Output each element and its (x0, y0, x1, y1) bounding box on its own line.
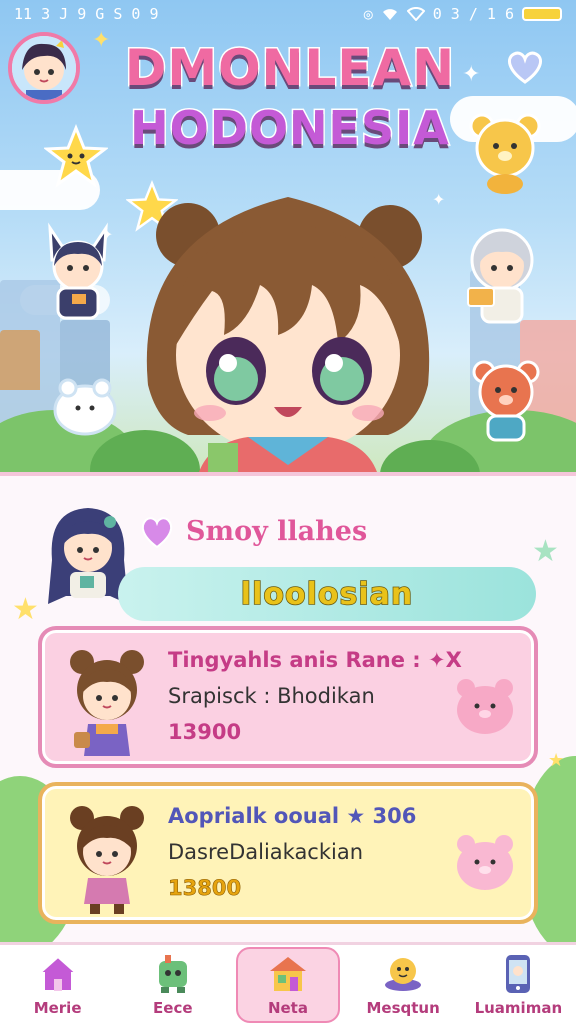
title-line-1: DMONLEAN (123, 38, 456, 99)
card-subtitle: Srapisck : Bhodikan (168, 684, 375, 708)
signal-icon (406, 7, 425, 21)
girl-sticker-icon (467, 228, 534, 324)
wifi-icon (382, 9, 397, 20)
main-content: ★ ★ ★ Smoy llahes lloolosian Tingyahls a… (0, 472, 576, 942)
status-time: 11 3 J 9 G S 0 9 (14, 5, 159, 23)
star-sticker-icon (44, 124, 108, 188)
character-card[interactable]: Aoprialk ooual ★ 306 DasreDaliakackian 1… (38, 782, 538, 924)
title-line-2: HODONESIA (129, 100, 451, 157)
card-title: Tingyahls anis Rane : ✦X (168, 648, 462, 672)
nav-item-luamiman[interactable]: Luamiman (466, 947, 570, 1023)
nav-label: Mesqtun (366, 998, 440, 1017)
profile-tag-pill[interactable]: lloolosian (118, 567, 536, 621)
status-bar: 11 3 J 9 G S 0 9 ◎ 0 3 / 1 6 (0, 0, 576, 28)
bee-icon (385, 957, 422, 991)
app-title: DMONLEAN HODONESIA (110, 38, 470, 158)
star-icon: ★ (548, 750, 565, 771)
chat-heart-icon[interactable] (502, 46, 548, 88)
status-date: 0 3 / 1 6 (432, 5, 514, 23)
user-avatar[interactable] (8, 32, 80, 104)
battery-icon (522, 7, 562, 21)
card-title: Aoprialk ooual ★ 306 (168, 804, 417, 828)
pink-bear-mascot-icon (457, 835, 513, 890)
nav-item-neta[interactable]: Neta (235, 946, 340, 1023)
nav-label: Luamiman (474, 998, 563, 1017)
card-character-avatar (70, 806, 144, 914)
card-subtitle: DasreDaliakackian (168, 840, 364, 864)
home-store-icon (269, 956, 306, 991)
avatar-face-icon (12, 36, 76, 100)
cat-girl-sticker-icon (48, 222, 108, 320)
profile-section: Smoy llahes lloolosian (40, 494, 540, 621)
character-card[interactable]: Tingyahls anis Rane : ✦X Srapisck : Bhod… (38, 626, 538, 768)
card-character-avatar (70, 650, 144, 756)
bear-sticker-icon (469, 113, 541, 194)
red-bear-sticker-icon (472, 360, 540, 442)
card-value: 13900 (168, 720, 242, 744)
heart-icon[interactable] (138, 514, 176, 550)
house-icon (36, 955, 79, 992)
phone-icon (506, 954, 531, 993)
sparkle-icon: ✦ (92, 28, 111, 53)
main-character-illustration (146, 197, 430, 472)
star-icon: ★ (12, 592, 39, 627)
bunny-sticker-icon (53, 378, 117, 436)
settings-icon: ◎ (363, 5, 373, 23)
card-value: 13800 (168, 876, 242, 901)
status-icons: ◎ 0 3 / 1 6 (364, 5, 562, 23)
hero-banner: 11 3 J 9 G S 0 9 ◎ 0 3 / 1 6 ✦ ✦ ✦ ✦ (0, 0, 576, 472)
nav-label: Neta (267, 998, 308, 1017)
nav-item-eece[interactable]: Eece (121, 947, 225, 1023)
robot-icon (158, 954, 187, 993)
signpost (0, 330, 40, 390)
bottom-nav: Merie Eece Neta Mesqtun Luamiman (0, 942, 576, 1024)
nav-label: Merie (33, 998, 82, 1017)
profile-name: Smoy llahes (186, 516, 368, 547)
nav-item-merie[interactable]: Merie (6, 947, 110, 1023)
nav-item-mesqtun[interactable]: Mesqtun (351, 947, 455, 1023)
nav-label: Eece (153, 998, 193, 1017)
pink-bear-mascot-icon (457, 679, 513, 734)
